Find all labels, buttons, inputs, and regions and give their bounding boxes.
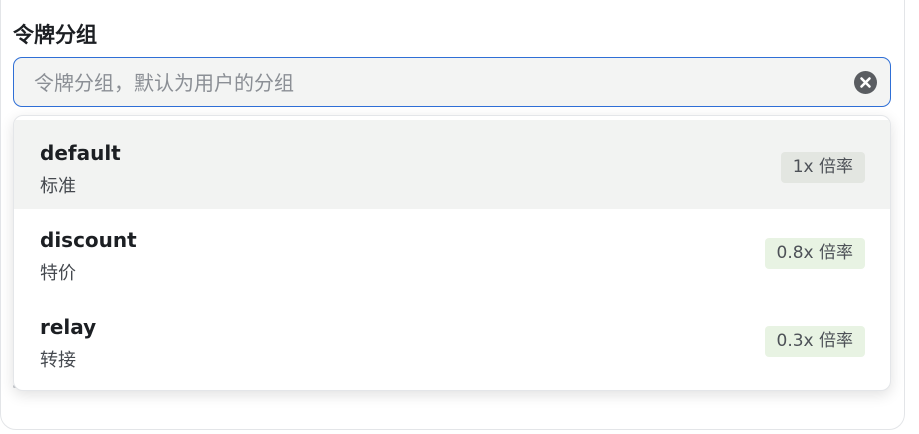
close-circle-icon[interactable] <box>854 71 877 94</box>
option-name: discount <box>40 228 137 252</box>
token-group-placeholder: 令牌分组，默认为用户的分组 <box>34 71 294 95</box>
rate-badge: 0.3x 倍率 <box>764 326 865 357</box>
option-description: 特价 <box>40 263 76 284</box>
option-discount[interactable]: discount 特价 0.8x 倍率 <box>14 209 890 298</box>
option-relay[interactable]: relay 转接 0.3x 倍率 <box>14 298 890 387</box>
option-name: default <box>40 141 121 165</box>
rate-badge: 1x 倍率 <box>780 152 865 183</box>
option-default[interactable]: default 标准 1x 倍率 <box>14 120 890 209</box>
option-name: relay <box>40 315 97 339</box>
token-group-select[interactable]: 令牌分组，默认为用户的分组 <box>13 57 891 107</box>
option-description: 转接 <box>40 350 76 371</box>
rate-badge: 0.8x 倍率 <box>764 238 865 269</box>
token-group-dropdown: default 标准 1x 倍率 discount 特价 0.8x 倍率 rel… <box>13 115 891 391</box>
token-group-label: 令牌分组 <box>13 23 97 47</box>
option-description: 标准 <box>40 176 76 197</box>
